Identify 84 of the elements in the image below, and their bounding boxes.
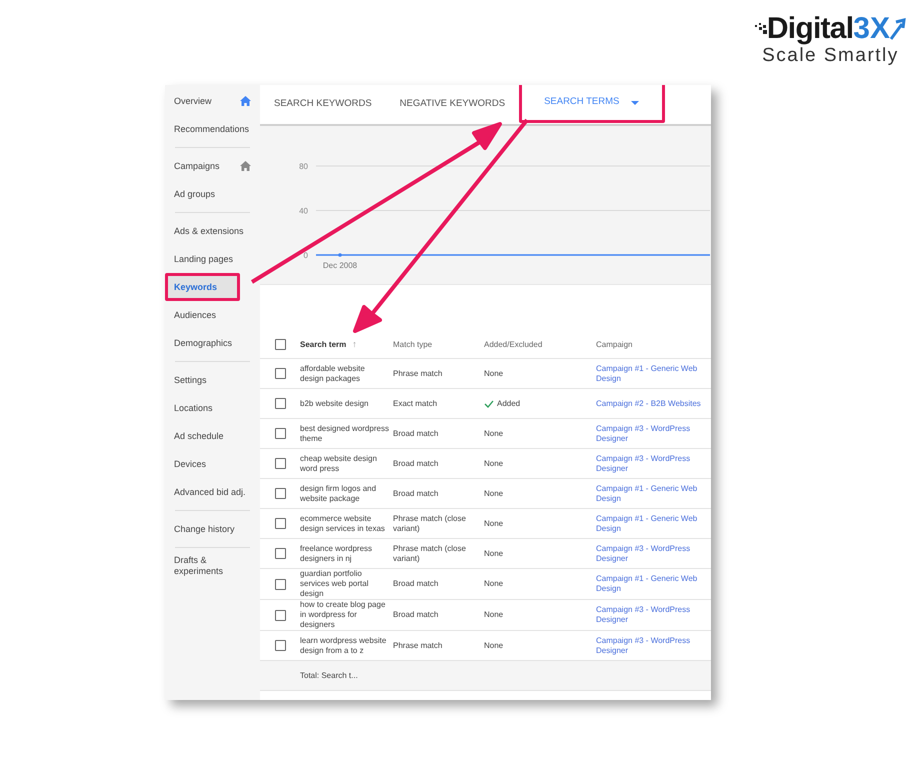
checkbox[interactable]: [275, 458, 286, 469]
sidebar-item[interactable]: Ad groups: [165, 180, 260, 208]
x-tick-label: Dec 2008: [322, 261, 358, 270]
upward-arrow-icon: [890, 18, 906, 40]
campaign-link[interactable]: Campaign #3 - WordPress Designer: [596, 454, 710, 474]
checkbox[interactable]: [275, 518, 286, 529]
checkbox[interactable]: [275, 428, 286, 439]
table-cell: None: [484, 428, 504, 440]
table-cell-text: Broad match: [393, 488, 440, 498]
table-cell-text: Phrase match: [393, 640, 444, 650]
sidebar-item[interactable]: Audiences: [165, 301, 260, 329]
campaign-link[interactable]: Campaign #3 - WordPress Designer: [596, 424, 710, 444]
sidebar-item[interactable]: Devices: [165, 450, 260, 478]
sidebar-item[interactable]: Drafts & experiments: [165, 552, 260, 580]
column-header: Campaign: [596, 338, 634, 350]
logo-wordmark: Digital: [766, 14, 854, 44]
logo-wordmark-suffix: 3X: [853, 14, 890, 44]
sidebar-item[interactable]: Campaigns: [165, 152, 260, 180]
table-cell-text: Phrase match (close variant): [393, 544, 467, 564]
table-cell-text: best designed wordpress theme: [300, 424, 390, 444]
pixel-dots-icon: [754, 23, 767, 35]
table-cell-text: Broad match: [393, 579, 440, 589]
table-cell: None: [484, 518, 504, 530]
sidebar-item[interactable]: Keywords: [165, 273, 240, 301]
table-cell-text: Exact match: [393, 398, 438, 408]
checkbox[interactable]: [275, 398, 286, 409]
table-cell-text: how to create blog page in wordpress for designers: [300, 600, 386, 630]
checkbox[interactable]: [275, 640, 286, 651]
column-header: Match type: [393, 338, 434, 350]
y-tick-label: 40: [299, 206, 308, 216]
campaign-link[interactable]: Campaign #3 - WordPress Designer: [596, 636, 710, 656]
table-cell: None: [484, 458, 504, 470]
table-cell: None: [484, 488, 504, 500]
table-cell: None: [484, 609, 504, 621]
total-label: Total: Search t...: [299, 670, 358, 682]
sidebar-item[interactable]: Advanced bid adj.: [165, 478, 260, 506]
checkbox[interactable]: [275, 578, 286, 590]
table-cell-text: affordable website design packages: [300, 364, 366, 384]
campaign-link[interactable]: Campaign #2 - B2B Websites: [596, 398, 710, 408]
checkbox[interactable]: [275, 548, 286, 559]
table-cell: None: [484, 640, 504, 652]
table-cell-text: learn wordpress website design from a to z: [300, 636, 388, 656]
logo-tagline: Scale Smartly: [762, 46, 899, 65]
table-cell-text: ecommerce website design services in texas: [300, 514, 386, 534]
table-cell: None: [484, 368, 504, 380]
column-header: Added/Excluded: [484, 338, 544, 350]
sidebar-item[interactable]: Overview: [165, 87, 260, 115]
data-point: [338, 253, 342, 257]
table-cell-text: Phrase match (close variant): [393, 514, 467, 534]
column-header: Search term: [300, 338, 346, 350]
table-cell-text: b2b website design: [300, 398, 370, 408]
tab[interactable]: NEGATIVE KEYWORDS: [386, 85, 520, 124]
tab[interactable]: SEARCH KEYWORDS: [260, 85, 386, 124]
table-cell-text: design firm logos and website package: [300, 484, 378, 504]
checkbox[interactable]: [275, 339, 286, 350]
sidebar-item[interactable]: Change history: [165, 515, 260, 543]
campaign-link[interactable]: Campaign #1 - Generic Web Design: [596, 514, 710, 534]
sidebar-item[interactable]: Locations: [165, 394, 260, 422]
campaign-link[interactable]: Campaign #1 - Generic Web Design: [596, 364, 710, 384]
table-cell-text: Broad match: [393, 610, 440, 620]
sidebar-item[interactable]: Landing pages: [165, 245, 260, 273]
campaign-link[interactable]: Campaign #3 - WordPress Designer: [596, 544, 710, 564]
table-cell: Added: [497, 398, 520, 410]
sidebar-item[interactable]: Settings: [165, 366, 260, 394]
sidebar-item[interactable]: Ads & extensions: [165, 217, 260, 245]
table-cell-text: cheap website design word press: [300, 454, 378, 474]
table-cell-text: Broad match: [393, 458, 440, 468]
sidebar-item[interactable]: Ad schedule: [165, 422, 260, 450]
checkbox[interactable]: [275, 368, 286, 379]
campaign-link[interactable]: Campaign #1 - Generic Web Design: [596, 574, 710, 594]
y-tick-label: 80: [299, 162, 308, 171]
table-cell-text: freelance wordpress designers in nj: [300, 544, 374, 564]
tab[interactable]: SEARCH TERMS: [519, 85, 666, 123]
table-cell: None: [484, 578, 504, 590]
checkbox[interactable]: [275, 610, 286, 620]
checkbox[interactable]: [275, 488, 286, 499]
sidebar-item[interactable]: Demographics: [165, 329, 260, 357]
table-cell-text: Phrase match: [393, 368, 444, 378]
campaign-link[interactable]: Campaign #1 - Generic Web Design: [596, 484, 710, 504]
sidebar-item[interactable]: Recommendations: [165, 115, 260, 143]
campaign-link[interactable]: Campaign #3 - WordPress Designer: [596, 605, 710, 625]
table-cell-text: Broad match: [393, 428, 440, 438]
table-cell: None: [484, 548, 504, 560]
y-tick-label: 0: [304, 251, 308, 260]
